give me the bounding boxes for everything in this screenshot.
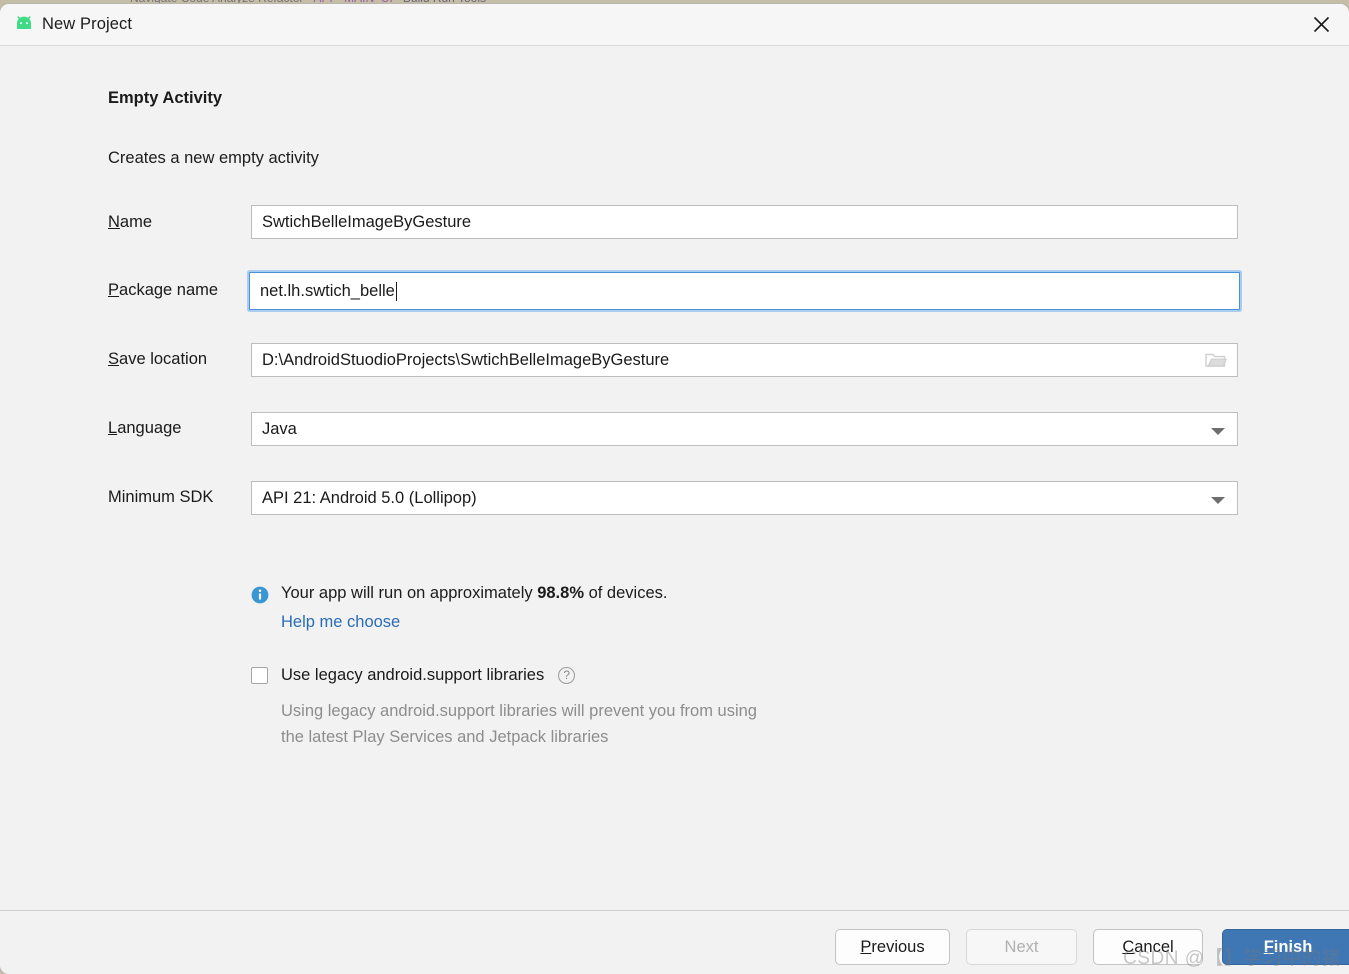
dialog-content: Empty Activity Creates a new empty activ… xyxy=(0,46,1349,910)
minimum-sdk-select[interactable]: API 21: Android 5.0 (Lollipop) xyxy=(251,481,1238,515)
next-button: Next xyxy=(966,929,1077,965)
next-button-label: Next xyxy=(1004,937,1039,956)
template-title: Empty Activity xyxy=(108,89,223,107)
close-icon xyxy=(1313,16,1330,33)
dialog-titlebar: New Project xyxy=(0,4,1349,46)
dialog-footer: Previous Next Cancel Finish xyxy=(0,910,1349,974)
sdk-coverage-suffix: of devices. xyxy=(584,584,668,602)
dialog-title: New Project xyxy=(42,15,133,33)
previous-button-mnemonic: P xyxy=(860,937,872,956)
text-caret xyxy=(395,281,397,301)
new-project-dialog: New Project Empty Activity Creates a new… xyxy=(0,4,1349,974)
info-icon xyxy=(251,586,269,609)
minimum-sdk-select-value: API 21: Android 5.0 (Lollipop) xyxy=(262,488,477,507)
sdk-coverage-text: Your app will run on approximately 98.8%… xyxy=(281,584,667,603)
save-location-input-value: D:\AndroidStuodioProjects\SwtichBelleIma… xyxy=(262,350,670,369)
legacy-libraries-description-line2: the latest Play Services and Jetpack lib… xyxy=(281,728,609,746)
legacy-libraries-label: Use legacy android.support libraries xyxy=(281,666,545,684)
previous-button[interactable]: Previous xyxy=(835,929,950,965)
language-label-text: anguage xyxy=(117,419,182,437)
package-name-label: Package name xyxy=(108,281,218,300)
cancel-button[interactable]: Cancel xyxy=(1093,929,1203,965)
name-label-text: ame xyxy=(119,213,153,231)
name-input[interactable]: SwtichBelleImageByGesture xyxy=(251,205,1238,239)
sdk-coverage-percent: 98.8% xyxy=(537,584,584,602)
name-label: Name xyxy=(108,213,152,232)
name-label-mnemonic: N xyxy=(108,213,120,231)
package-name-input-value: net.lh.swtich_belle xyxy=(260,281,395,300)
help-me-choose-link[interactable]: Help me choose xyxy=(281,613,400,632)
save-location-label-mnemonic: S xyxy=(108,350,120,368)
previous-button-label: revious xyxy=(871,937,925,956)
folder-icon[interactable] xyxy=(1205,351,1228,374)
close-button[interactable] xyxy=(1293,4,1349,44)
package-name-label-mnemonic: P xyxy=(108,281,120,299)
legacy-libraries-row[interactable]: Use legacy android.support libraries ? xyxy=(251,666,576,685)
template-description: Creates a new empty activity xyxy=(108,149,319,167)
help-circle-icon[interactable]: ? xyxy=(558,667,576,684)
language-label-mnemonic: L xyxy=(108,419,118,437)
sdk-coverage-info: Your app will run on approximately 98.8%… xyxy=(251,584,667,609)
package-name-label-text: ackage name xyxy=(119,281,219,299)
minimum-sdk-label: Minimum SDK xyxy=(108,488,213,507)
finish-button-mnemonic: F xyxy=(1263,937,1274,956)
finish-button-label: inish xyxy=(1273,937,1313,956)
language-select[interactable]: Java xyxy=(251,412,1238,446)
android-robot-icon xyxy=(13,15,35,33)
language-select-value: Java xyxy=(262,419,297,438)
name-input-value: SwtichBelleImageByGesture xyxy=(262,212,472,231)
sdk-coverage-prefix: Your app will run on approximately xyxy=(281,584,538,602)
legacy-libraries-description: Using legacy android.support libraries w… xyxy=(281,698,757,750)
save-location-label-text: ave location xyxy=(119,350,208,368)
finish-button[interactable]: Finish xyxy=(1222,929,1349,965)
save-location-label: Save location xyxy=(108,350,207,369)
chevron-down-icon xyxy=(1211,497,1225,504)
legacy-libraries-checkbox[interactable] xyxy=(251,667,268,684)
language-label: Language xyxy=(108,419,181,438)
cancel-button-label: ancel xyxy=(1134,937,1174,956)
minimum-sdk-label-text: Minimum SDK xyxy=(108,488,214,506)
chevron-down-icon xyxy=(1211,428,1225,435)
legacy-libraries-description-line1: Using legacy android.support libraries w… xyxy=(281,702,757,720)
cancel-button-mnemonic: C xyxy=(1122,937,1135,956)
save-location-input[interactable]: D:\AndroidStuodioProjects\SwtichBelleIma… xyxy=(251,343,1238,377)
package-name-input[interactable]: net.lh.swtich_belle xyxy=(249,272,1240,310)
